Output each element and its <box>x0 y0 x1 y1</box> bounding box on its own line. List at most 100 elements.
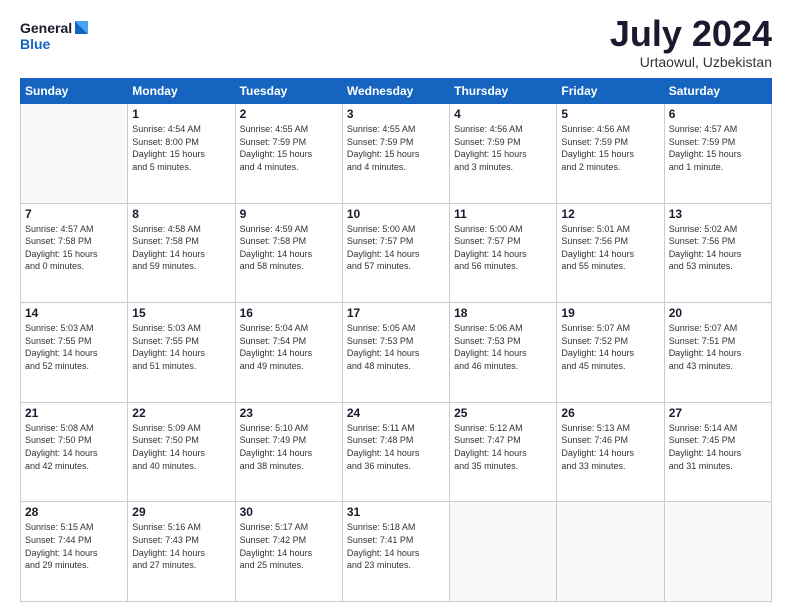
calendar-cell: 8 Sunrise: 4:58 AM Sunset: 7:58 PM Daylig… <box>128 203 235 303</box>
calendar-cell: 27Sunrise: 5:14 AM Sunset: 7:45 PM Dayli… <box>664 402 771 502</box>
day-info: Sunrise: 4:58 AM Sunset: 7:58 PM Dayligh… <box>132 223 230 273</box>
header: GeneralBlue July 2024 Urtaowul, Uzbekist… <box>20 16 772 70</box>
day-number: 9 <box>240 207 338 221</box>
day-info: Sunrise: 5:18 AM Sunset: 7:41 PM Dayligh… <box>347 521 445 571</box>
day-info: Sunrise: 5:15 AM Sunset: 7:44 PM Dayligh… <box>25 521 123 571</box>
day-info: Sunrise: 5:08 AM Sunset: 7:50 PM Dayligh… <box>25 422 123 472</box>
calendar-cell: 16 Sunrise: 5:04 AM Sunset: 7:54 PM Dayli… <box>235 303 342 403</box>
calendar-cell: 21Sunrise: 5:08 AM Sunset: 7:50 PM Dayli… <box>21 402 128 502</box>
page: GeneralBlue July 2024 Urtaowul, Uzbekist… <box>0 0 792 612</box>
day-number: 31 <box>347 505 445 519</box>
calendar-cell <box>557 502 664 602</box>
calendar-week-row: 28 Sunrise: 5:15 AM Sunset: 7:44 PM Dayli… <box>21 502 772 602</box>
day-number: 30 <box>240 505 338 519</box>
day-info: Sunrise: 5:07 AM Sunset: 7:51 PM Dayligh… <box>669 322 767 372</box>
weekday-header-monday: Monday <box>128 79 235 104</box>
calendar-cell: 3 Sunrise: 4:55 AM Sunset: 7:59 PM Daylig… <box>342 104 449 204</box>
day-info: Sunrise: 5:00 AM Sunset: 7:57 PM Dayligh… <box>454 223 552 273</box>
calendar-cell <box>21 104 128 204</box>
day-info: Sunrise: 5:02 AM Sunset: 7:56 PM Dayligh… <box>669 223 767 273</box>
calendar-cell <box>664 502 771 602</box>
day-number: 24 <box>347 406 445 420</box>
svg-text:Blue: Blue <box>20 36 51 52</box>
day-number: 4 <box>454 107 552 121</box>
day-number: 18 <box>454 306 552 320</box>
day-number: 5 <box>561 107 659 121</box>
day-number: 28 <box>25 505 123 519</box>
calendar-cell: 13Sunrise: 5:02 AM Sunset: 7:56 PM Dayli… <box>664 203 771 303</box>
weekday-header-sunday: Sunday <box>21 79 128 104</box>
calendar-cell: 12Sunrise: 5:01 AM Sunset: 7:56 PM Dayli… <box>557 203 664 303</box>
calendar-cell: 28 Sunrise: 5:15 AM Sunset: 7:44 PM Dayli… <box>21 502 128 602</box>
calendar-cell: 9 Sunrise: 4:59 AM Sunset: 7:58 PM Daylig… <box>235 203 342 303</box>
calendar-cell: 26Sunrise: 5:13 AM Sunset: 7:46 PM Dayli… <box>557 402 664 502</box>
day-number: 23 <box>240 406 338 420</box>
day-info: Sunrise: 5:13 AM Sunset: 7:46 PM Dayligh… <box>561 422 659 472</box>
day-number: 16 <box>240 306 338 320</box>
day-number: 11 <box>454 207 552 221</box>
day-info: Sunrise: 5:09 AM Sunset: 7:50 PM Dayligh… <box>132 422 230 472</box>
calendar-cell: 10 Sunrise: 5:00 AM Sunset: 7:57 PM Dayli… <box>342 203 449 303</box>
calendar-cell: 30Sunrise: 5:17 AM Sunset: 7:42 PM Dayli… <box>235 502 342 602</box>
day-info: Sunrise: 5:05 AM Sunset: 7:53 PM Dayligh… <box>347 322 445 372</box>
calendar-cell: 1 Sunrise: 4:54 AM Sunset: 8:00 PM Daylig… <box>128 104 235 204</box>
logo: GeneralBlue <box>20 16 90 56</box>
calendar-cell: 4Sunrise: 4:56 AM Sunset: 7:59 PM Daylig… <box>450 104 557 204</box>
day-number: 6 <box>669 107 767 121</box>
day-number: 3 <box>347 107 445 121</box>
day-info: Sunrise: 4:59 AM Sunset: 7:58 PM Dayligh… <box>240 223 338 273</box>
day-info: Sunrise: 5:07 AM Sunset: 7:52 PM Dayligh… <box>561 322 659 372</box>
day-number: 20 <box>669 306 767 320</box>
day-number: 25 <box>454 406 552 420</box>
title-block: July 2024 Urtaowul, Uzbekistan <box>610 16 772 70</box>
weekday-header-row: SundayMondayTuesdayWednesdayThursdayFrid… <box>21 79 772 104</box>
day-info: Sunrise: 5:11 AM Sunset: 7:48 PM Dayligh… <box>347 422 445 472</box>
weekday-header-friday: Friday <box>557 79 664 104</box>
day-number: 10 <box>347 207 445 221</box>
calendar-cell: 24 Sunrise: 5:11 AM Sunset: 7:48 PM Dayli… <box>342 402 449 502</box>
calendar-cell: 15 Sunrise: 5:03 AM Sunset: 7:55 PM Dayli… <box>128 303 235 403</box>
calendar-cell: 11 Sunrise: 5:00 AM Sunset: 7:57 PM Dayli… <box>450 203 557 303</box>
day-number: 17 <box>347 306 445 320</box>
day-number: 12 <box>561 207 659 221</box>
day-info: Sunrise: 5:03 AM Sunset: 7:55 PM Dayligh… <box>132 322 230 372</box>
calendar-cell: 2Sunrise: 4:55 AM Sunset: 7:59 PM Daylig… <box>235 104 342 204</box>
day-number: 8 <box>132 207 230 221</box>
day-info: Sunrise: 5:16 AM Sunset: 7:43 PM Dayligh… <box>132 521 230 571</box>
month-title: July 2024 <box>610 16 772 52</box>
calendar-table: SundayMondayTuesdayWednesdayThursdayFrid… <box>20 78 772 602</box>
day-info: Sunrise: 4:56 AM Sunset: 7:59 PM Dayligh… <box>561 123 659 173</box>
calendar-cell: 19Sunrise: 5:07 AM Sunset: 7:52 PM Dayli… <box>557 303 664 403</box>
day-number: 1 <box>132 107 230 121</box>
day-info: Sunrise: 5:12 AM Sunset: 7:47 PM Dayligh… <box>454 422 552 472</box>
day-info: Sunrise: 4:57 AM Sunset: 7:59 PM Dayligh… <box>669 123 767 173</box>
day-info: Sunrise: 4:57 AM Sunset: 7:58 PM Dayligh… <box>25 223 123 273</box>
svg-text:General: General <box>20 20 72 36</box>
logo-svg: GeneralBlue <box>20 16 90 56</box>
calendar-cell: 6 Sunrise: 4:57 AM Sunset: 7:59 PM Daylig… <box>664 104 771 204</box>
day-info: Sunrise: 5:06 AM Sunset: 7:53 PM Dayligh… <box>454 322 552 372</box>
day-number: 7 <box>25 207 123 221</box>
day-info: Sunrise: 5:10 AM Sunset: 7:49 PM Dayligh… <box>240 422 338 472</box>
day-number: 27 <box>669 406 767 420</box>
calendar-cell: 17 Sunrise: 5:05 AM Sunset: 7:53 PM Dayli… <box>342 303 449 403</box>
calendar-cell: 29Sunrise: 5:16 AM Sunset: 7:43 PM Dayli… <box>128 502 235 602</box>
calendar-cell: 22Sunrise: 5:09 AM Sunset: 7:50 PM Dayli… <box>128 402 235 502</box>
weekday-header-wednesday: Wednesday <box>342 79 449 104</box>
calendar-week-row: 7 Sunrise: 4:57 AM Sunset: 7:58 PM Daylig… <box>21 203 772 303</box>
calendar-week-row: 14Sunrise: 5:03 AM Sunset: 7:55 PM Dayli… <box>21 303 772 403</box>
day-info: Sunrise: 5:04 AM Sunset: 7:54 PM Dayligh… <box>240 322 338 372</box>
calendar-week-row: 21Sunrise: 5:08 AM Sunset: 7:50 PM Dayli… <box>21 402 772 502</box>
calendar-body: 1 Sunrise: 4:54 AM Sunset: 8:00 PM Daylig… <box>21 104 772 602</box>
calendar-week-row: 1 Sunrise: 4:54 AM Sunset: 8:00 PM Daylig… <box>21 104 772 204</box>
calendar-header: SundayMondayTuesdayWednesdayThursdayFrid… <box>21 79 772 104</box>
weekday-header-saturday: Saturday <box>664 79 771 104</box>
day-info: Sunrise: 4:55 AM Sunset: 7:59 PM Dayligh… <box>240 123 338 173</box>
weekday-header-tuesday: Tuesday <box>235 79 342 104</box>
day-info: Sunrise: 5:00 AM Sunset: 7:57 PM Dayligh… <box>347 223 445 273</box>
calendar-cell: 14Sunrise: 5:03 AM Sunset: 7:55 PM Dayli… <box>21 303 128 403</box>
day-info: Sunrise: 4:54 AM Sunset: 8:00 PM Dayligh… <box>132 123 230 173</box>
calendar-cell: 23 Sunrise: 5:10 AM Sunset: 7:49 PM Dayli… <box>235 402 342 502</box>
day-number: 15 <box>132 306 230 320</box>
day-info: Sunrise: 4:55 AM Sunset: 7:59 PM Dayligh… <box>347 123 445 173</box>
